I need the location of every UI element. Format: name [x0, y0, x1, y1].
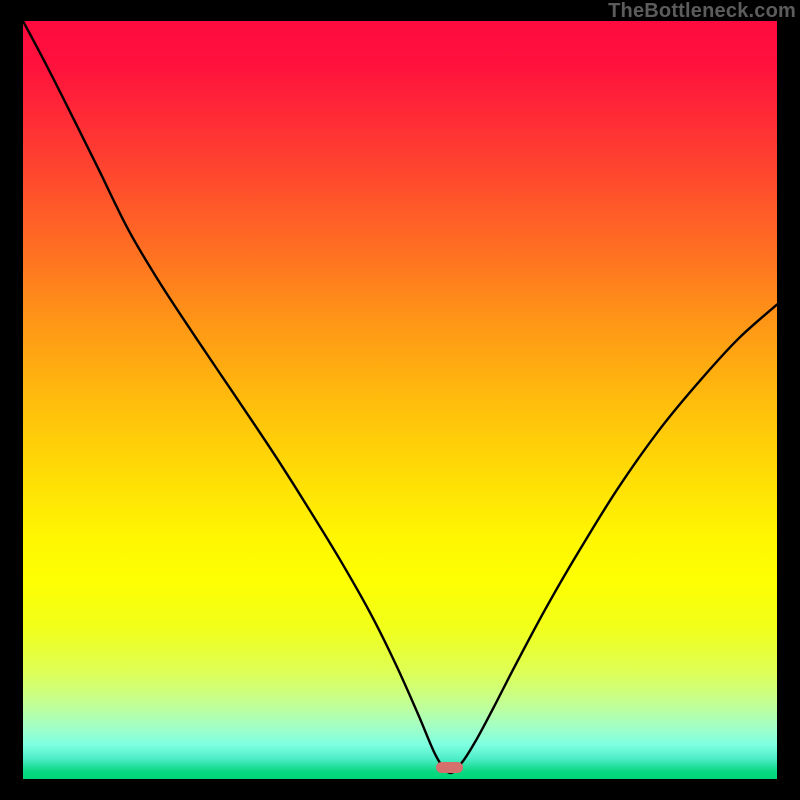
optimal-marker [436, 762, 463, 773]
chart-frame: TheBottleneck.com [0, 0, 800, 800]
plot-area [23, 21, 777, 779]
bottleneck-curve [23, 21, 777, 779]
watermark-text: TheBottleneck.com [608, 0, 796, 23]
